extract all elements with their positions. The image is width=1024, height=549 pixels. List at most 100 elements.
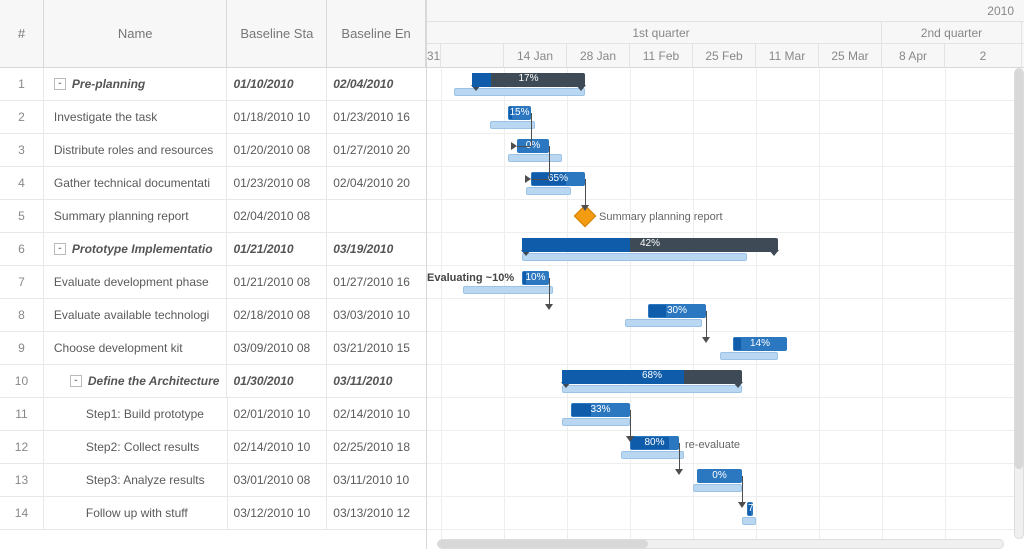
col-name-header[interactable]: Name	[44, 0, 228, 67]
task-name: Define the Architecture	[88, 374, 220, 388]
task-bar[interactable]: 33%	[571, 403, 630, 417]
baseline-bar	[742, 517, 756, 525]
baseline-end-cell[interactable]: 03/21/2010 15	[327, 332, 426, 364]
scrollbar-thumb[interactable]	[438, 540, 648, 548]
day-cell: 2	[945, 44, 1022, 68]
task-name-cell[interactable]: Step1: Build prototype	[44, 398, 228, 430]
task-name-cell[interactable]: Summary planning report	[44, 200, 228, 232]
row-number: 6	[0, 233, 44, 265]
task-bar[interactable]: 30%	[648, 304, 706, 318]
task-name-cell[interactable]: Gather technical documentati	[44, 167, 228, 199]
task-bar[interactable]: 10%	[522, 271, 549, 285]
baseline-start-cell[interactable]: 01/21/2010 08	[227, 266, 327, 298]
task-name-cell[interactable]: Distribute roles and resources	[44, 134, 228, 166]
gantt-chart[interactable]: 17%15%0%65%Summary planning report42%10%…	[427, 68, 1024, 539]
summary-bar[interactable]: 68%	[562, 370, 742, 384]
task-name-cell[interactable]: Choose development kit	[44, 332, 228, 364]
task-name-cell[interactable]: Step3: Analyze results	[44, 464, 228, 496]
baseline-end-cell[interactable]: 01/23/2010 16	[327, 101, 426, 133]
col-baseline-start-header[interactable]: Baseline Sta	[227, 0, 327, 67]
task-grid: # Name Baseline Sta Baseline En 1-Pre-pl…	[0, 0, 427, 549]
baseline-end-cell[interactable]: 01/27/2010 16	[327, 266, 426, 298]
table-row[interactable]: 5Summary planning report02/04/2010 08	[0, 200, 426, 233]
baseline-end-cell[interactable]: 02/04/2010 20	[327, 167, 426, 199]
table-row[interactable]: 12 Step2: Collect results 02/14/2010 1002/…	[0, 431, 426, 464]
summary-bar[interactable]: 17%	[472, 73, 585, 87]
task-name-cell[interactable]: -Define the Architecture	[44, 365, 228, 397]
baseline-start-cell[interactable]: 02/01/2010 10	[228, 398, 328, 430]
table-row[interactable]: 8Evaluate available technologi02/18/2010…	[0, 299, 426, 332]
task-name-cell[interactable]: Step2: Collect results	[44, 431, 228, 463]
baseline-end-cell[interactable]: 03/13/2010 12	[327, 497, 426, 529]
baseline-start-cell[interactable]: 01/18/2010 10	[227, 101, 327, 133]
baseline-bar	[490, 121, 535, 129]
baseline-start-cell[interactable]: 02/14/2010 10	[228, 431, 328, 463]
baseline-start-cell[interactable]: 03/01/2010 08	[228, 464, 328, 496]
task-name: Choose development kit	[54, 341, 183, 355]
task-name: Follow up with stuff	[86, 506, 188, 520]
baseline-start-cell[interactable]: 01/20/2010 08	[227, 134, 327, 166]
day-cell	[441, 44, 504, 68]
task-bar[interactable]: 74%	[747, 502, 753, 516]
table-row[interactable]: 13Step3: Analyze results03/01/2010 0803/…	[0, 464, 426, 497]
baseline-end-cell[interactable]: 03/11/2010 10	[327, 464, 426, 496]
baseline-start-cell[interactable]: 01/10/2010	[227, 68, 327, 100]
task-name-cell[interactable]: Evaluate development phase	[44, 266, 228, 298]
day-cell: 14 Jan	[504, 44, 567, 68]
baseline-bar	[526, 187, 571, 195]
table-row[interactable]: 7Evaluate development phase01/21/2010 08…	[0, 266, 426, 299]
task-name-cell[interactable]: Investigate the task	[44, 101, 228, 133]
table-row[interactable]: 4Gather technical documentati01/23/2010 …	[0, 167, 426, 200]
gantt-panel: 2010 1st quarter2nd quarter 3114 Jan28 J…	[427, 0, 1024, 549]
task-name-cell[interactable]: Evaluate available technologi	[44, 299, 228, 331]
baseline-end-cell[interactable]: 03/19/2010	[327, 233, 426, 265]
task-name-cell[interactable]: -Prototype Implementatio	[44, 233, 228, 265]
table-row[interactable]: 11Step1: Build prototype02/01/2010 1002/…	[0, 398, 426, 431]
col-num-header[interactable]: #	[0, 0, 44, 67]
table-row[interactable]: 1-Pre-planning01/10/201002/04/2010	[0, 68, 426, 101]
baseline-start-cell[interactable]: 02/18/2010 08	[227, 299, 327, 331]
table-row[interactable]: 6-Prototype Implementatio01/21/201003/19…	[0, 233, 426, 266]
task-name: Step2: Collect results	[86, 440, 199, 454]
collapse-toggle[interactable]: -	[54, 243, 66, 255]
quarter-cell: 1st quarter	[441, 22, 882, 43]
baseline-end-cell[interactable]: 02/14/2010 10	[327, 398, 426, 430]
baseline-end-cell[interactable]: 01/27/2010 20	[327, 134, 426, 166]
table-row[interactable]: 10-Define the Architecture01/30/201003/1…	[0, 365, 426, 398]
row-number: 12	[0, 431, 44, 463]
baseline-start-cell[interactable]: 01/23/2010 08	[227, 167, 327, 199]
day-cell: 28 Jan	[567, 44, 630, 68]
collapse-toggle[interactable]: -	[54, 78, 66, 90]
table-row[interactable]: 2Investigate the task01/18/2010 1001/23/…	[0, 101, 426, 134]
baseline-bar	[508, 154, 562, 162]
task-name-cell[interactable]: -Pre-planning	[44, 68, 228, 100]
scrollbar-thumb[interactable]	[1015, 69, 1023, 469]
baseline-start-cell[interactable]: 03/09/2010 08	[227, 332, 327, 364]
table-row[interactable]: 3Distribute roles and resources01/20/201…	[0, 134, 426, 167]
vertical-scrollbar[interactable]	[1014, 68, 1024, 539]
baseline-start-cell[interactable]: 03/12/2010 10	[228, 497, 328, 529]
task-bar[interactable]: 14%	[733, 337, 787, 351]
baseline-start-cell[interactable]: 01/21/2010	[227, 233, 327, 265]
baseline-end-cell[interactable]: 02/04/2010	[327, 68, 426, 100]
collapse-toggle[interactable]: -	[70, 375, 82, 387]
baseline-end-cell[interactable]: 03/03/2010 10	[327, 299, 426, 331]
table-row[interactable]: 14Follow up with stuff03/12/2010 1003/13…	[0, 497, 426, 530]
horizontal-scrollbar[interactable]	[437, 539, 1004, 549]
task-bar[interactable]: 80%	[630, 436, 679, 450]
baseline-start-cell[interactable]: 02/04/2010 08	[227, 200, 327, 232]
day-cell: 25 Mar	[819, 44, 882, 68]
baseline-end-cell[interactable]: 03/11/2010	[327, 365, 426, 397]
task-bar[interactable]: 0%	[697, 469, 742, 483]
table-row[interactable]: 9Choose development kit03/09/2010 0803/2…	[0, 332, 426, 365]
task-label: Evaluating ~10%	[427, 272, 514, 284]
day-cell: 25 Feb	[693, 44, 756, 68]
col-baseline-end-header[interactable]: Baseline En	[327, 0, 426, 67]
task-name-cell[interactable]: Follow up with stuff	[44, 497, 228, 529]
baseline-end-cell[interactable]	[327, 200, 426, 232]
row-number: 3	[0, 134, 44, 166]
baseline-end-cell[interactable]: 02/25/2010 18	[327, 431, 426, 463]
task-bar[interactable]: 15%	[508, 106, 531, 120]
baseline-start-cell[interactable]: 01/30/2010	[227, 365, 327, 397]
summary-bar[interactable]: 42%	[522, 238, 778, 252]
